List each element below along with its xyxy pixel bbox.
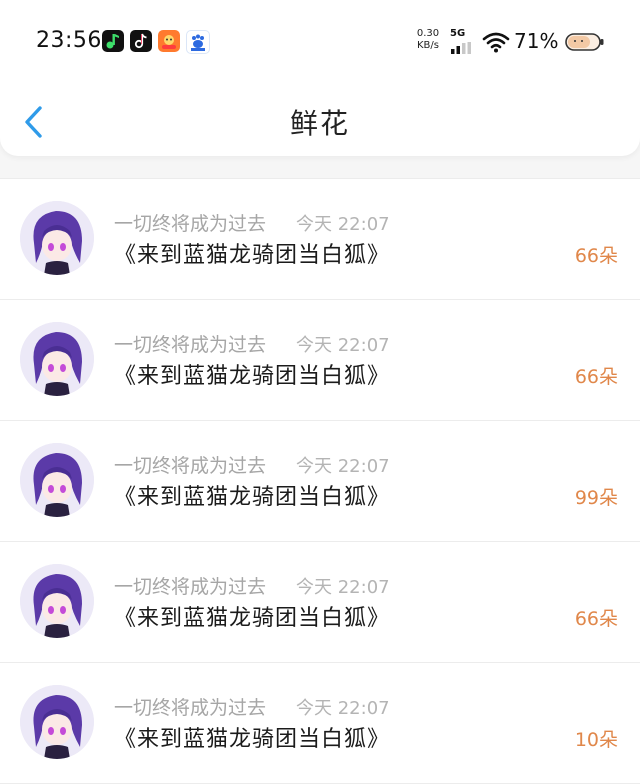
photo-app-icon: [158, 30, 180, 52]
avatar-image: [20, 322, 94, 396]
baidu-icon: [186, 30, 210, 54]
sender-name[interactable]: 一切终将成为过去: [114, 451, 266, 478]
avatar[interactable]: [20, 685, 94, 759]
flower-count: 99朵: [574, 487, 618, 509]
battery-icon: [565, 33, 604, 51]
network-type: 5G: [450, 28, 466, 39]
flower-gift-list: 一切终将成为过去 今天 22:07 《来到蓝猫龙骑团当白狐》 66朵 一切终将成…: [0, 178, 640, 784]
avatar[interactable]: [20, 443, 94, 517]
wifi-icon: [482, 32, 510, 53]
gift-time: 今天 22:07: [296, 214, 390, 235]
list-item[interactable]: 一切终将成为过去 今天 22:07 《来到蓝猫龙骑团当白狐》 10朵: [0, 663, 640, 784]
sender-name[interactable]: 一切终将成为过去: [114, 209, 266, 236]
avatar[interactable]: [20, 201, 94, 275]
sender-name[interactable]: 一切终将成为过去: [114, 572, 266, 599]
book-title[interactable]: 《来到蓝猫龙骑团当白狐》: [114, 479, 390, 511]
list-item[interactable]: 一切终将成为过去 今天 22:07 《来到蓝猫龙骑团当白狐》 66朵: [0, 542, 640, 663]
signal-indicator: 5G: [450, 28, 474, 58]
avatar-image: [20, 685, 94, 759]
battery-percent: 71%: [514, 29, 559, 53]
network-speed: 0.30 KB/s: [414, 28, 442, 52]
list-item[interactable]: 一切终将成为过去 今天 22:07 《来到蓝猫龙骑团当白狐》 66朵: [0, 300, 640, 421]
avatar-image: [20, 201, 94, 275]
page-title: 鲜花: [289, 107, 350, 140]
book-title[interactable]: 《来到蓝猫龙骑团当白狐》: [114, 237, 390, 269]
gift-time: 今天 22:07: [296, 335, 390, 356]
gift-time: 今天 22:07: [296, 698, 390, 719]
flower-count: 66朵: [574, 245, 618, 267]
gift-time: 今天 22:07: [296, 577, 390, 598]
flower-count: 66朵: [574, 366, 618, 388]
status-bar: 23:56 0.30 KB/s 5G 71%: [0, 0, 640, 80]
book-title[interactable]: 《来到蓝猫龙骑团当白狐》: [114, 600, 390, 632]
avatar[interactable]: [20, 564, 94, 638]
status-time: 23:56: [36, 28, 102, 53]
sender-name[interactable]: 一切终将成为过去: [114, 330, 266, 357]
nav-header: 鲜花: [0, 80, 640, 156]
flower-count: 10朵: [574, 729, 618, 751]
sender-name[interactable]: 一切终将成为过去: [114, 693, 266, 720]
avatar-image: [20, 564, 94, 638]
avatar-image: [20, 443, 94, 517]
book-title[interactable]: 《来到蓝猫龙骑团当白狐》: [114, 721, 390, 753]
gift-time: 今天 22:07: [296, 456, 390, 477]
speed-value: 0.30: [416, 28, 440, 39]
book-title[interactable]: 《来到蓝猫龙骑团当白狐》: [114, 358, 390, 390]
avatar[interactable]: [20, 322, 94, 396]
tiktok-icon: [130, 30, 152, 52]
signal-bars-icon: [451, 42, 471, 54]
music-app-icon: [102, 30, 124, 52]
list-item[interactable]: 一切终将成为过去 今天 22:07 《来到蓝猫龙骑团当白狐》 99朵: [0, 421, 640, 542]
flower-count: 66朵: [574, 608, 618, 630]
top-panel: 23:56 0.30 KB/s 5G 71% 鲜花: [0, 0, 640, 156]
speed-unit: KB/s: [417, 40, 439, 51]
list-item[interactable]: 一切终将成为过去 今天 22:07 《来到蓝猫龙骑团当白狐》 66朵: [0, 178, 640, 300]
